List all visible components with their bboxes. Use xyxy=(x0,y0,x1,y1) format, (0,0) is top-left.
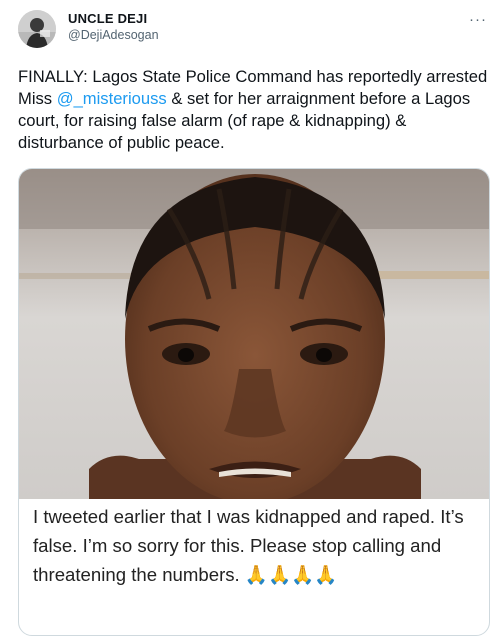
user-handle[interactable]: @DejiAdesogan xyxy=(68,28,159,42)
tweet-card: UNCLE DEJI @DejiAdesogan ··· FINALLY: La… xyxy=(0,0,500,638)
mention-link[interactable]: @_misteriouss xyxy=(57,89,167,108)
tweet-media[interactable]: I tweeted earlier that I was kidnapped a… xyxy=(18,168,490,636)
media-caption: I tweeted earlier that I was kidnapped a… xyxy=(33,506,464,585)
more-options-button[interactable]: ··· xyxy=(466,10,490,30)
photo-image[interactable] xyxy=(19,169,489,499)
avatar[interactable] xyxy=(18,10,56,48)
tweet-text: FINALLY: Lagos State Police Command has … xyxy=(18,66,488,154)
user-display-name[interactable]: UNCLE DEJI xyxy=(68,11,147,26)
